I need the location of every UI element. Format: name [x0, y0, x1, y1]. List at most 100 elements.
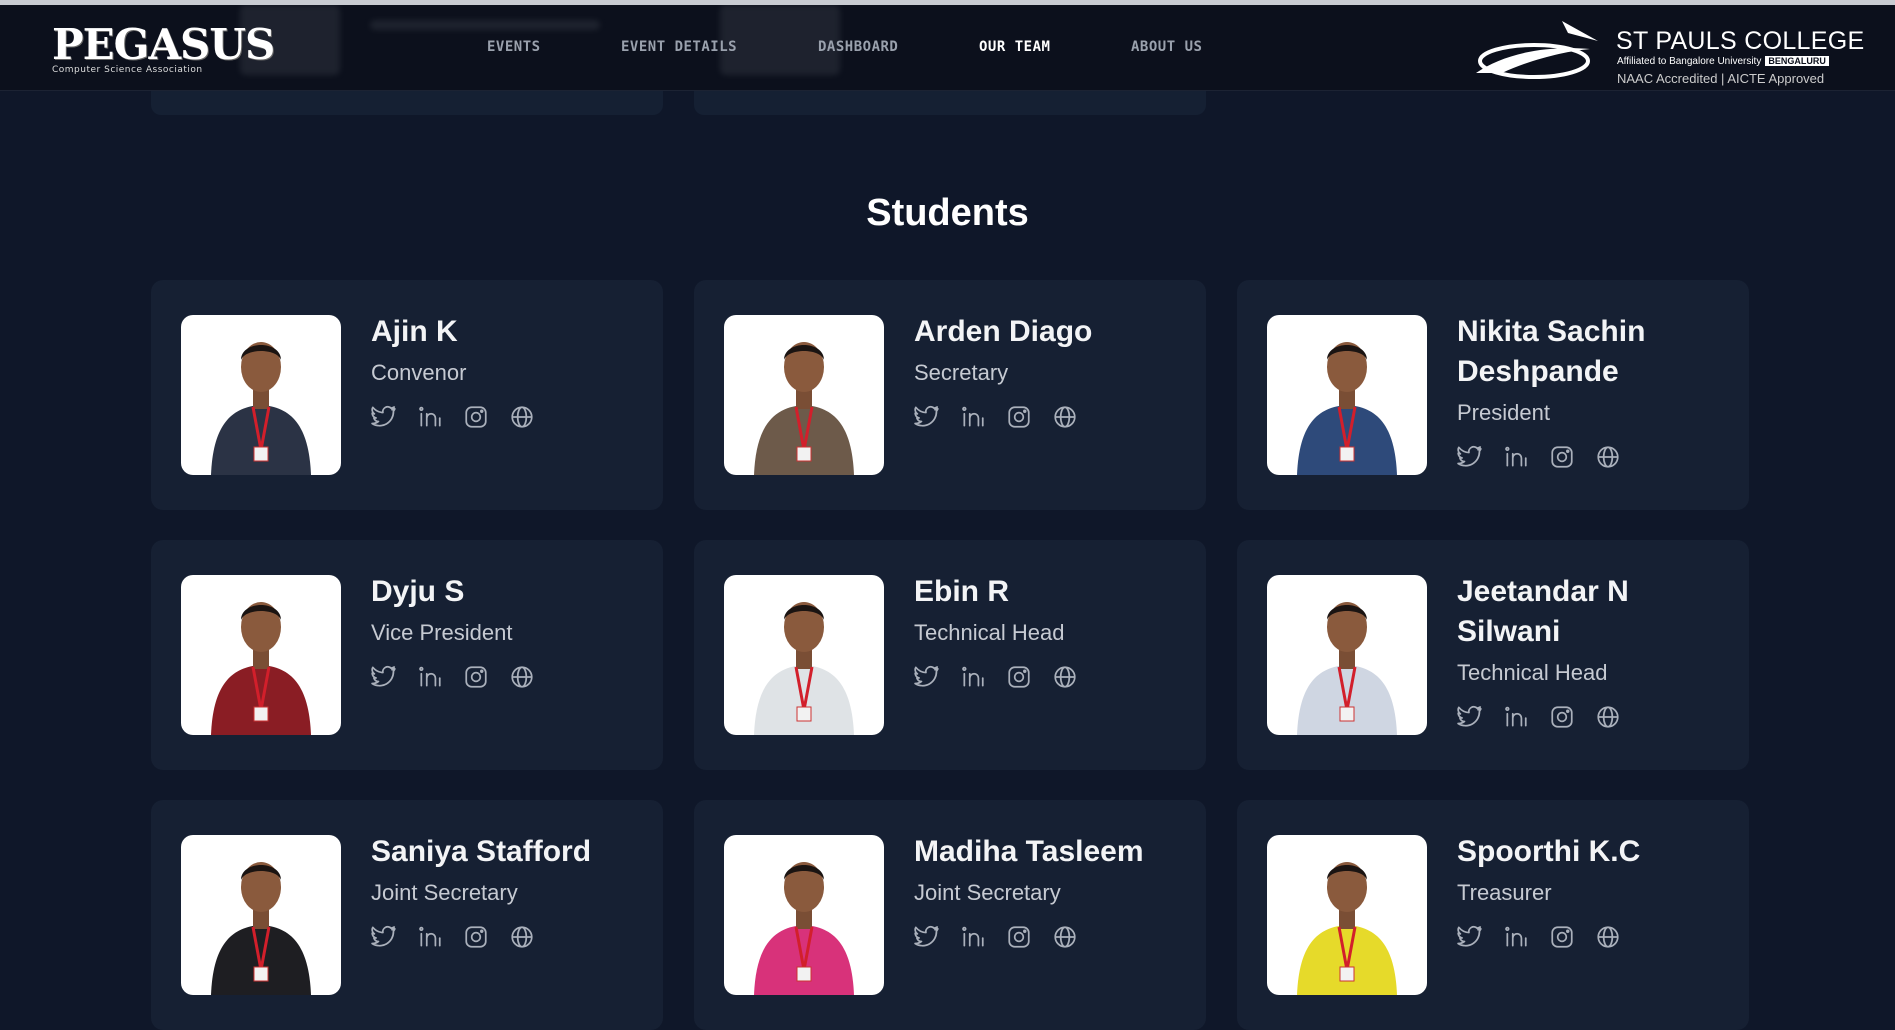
brand-name: PEGASUS	[52, 20, 275, 69]
twitter-icon[interactable]	[914, 404, 940, 430]
nav-events[interactable]: EVENTS	[487, 39, 541, 55]
college-logo[interactable]: ST PAULS COLLEGE Affiliated to Bangalore…	[1472, 15, 1872, 86]
linkedin-icon[interactable]	[960, 404, 986, 430]
globe-icon[interactable]	[1052, 404, 1078, 430]
member-info: Saniya Stafford Joint Secretary	[371, 832, 641, 950]
member-info: Dyju S Vice President	[371, 572, 641, 690]
team-member-card: Spoorthi K.C Treasurer	[1237, 800, 1749, 1030]
blurred-background	[370, 20, 600, 30]
member-name: Madiha Tasleem	[914, 835, 1144, 868]
team-member-card: Arden Diago Secretary	[694, 280, 1206, 510]
linkedin-icon[interactable]	[417, 924, 443, 950]
member-name: Saniya Stafford	[371, 835, 592, 868]
member-photo	[724, 835, 884, 995]
member-photo	[724, 315, 884, 475]
instagram-icon[interactable]	[1006, 664, 1032, 690]
social-links	[914, 404, 1184, 430]
twitter-icon[interactable]	[371, 404, 397, 430]
instagram-icon[interactable]	[1549, 924, 1575, 950]
team-member-card: Jeetandar N Silwani Technical Head	[1237, 540, 1749, 770]
member-photo	[724, 575, 884, 735]
linkedin-icon[interactable]	[960, 924, 986, 950]
linkedin-icon[interactable]	[417, 404, 443, 430]
college-affiliation: Affiliated to Bangalore University BENGAL…	[1617, 56, 1829, 67]
member-role: Joint Secretary	[914, 880, 1061, 905]
member-role: Technical Head	[914, 620, 1065, 645]
globe-icon[interactable]	[1052, 664, 1078, 690]
twitter-icon[interactable]	[914, 664, 940, 690]
linkedin-icon[interactable]	[960, 664, 986, 690]
social-links	[371, 404, 641, 430]
globe-icon[interactable]	[509, 664, 535, 690]
social-links	[914, 924, 1184, 950]
member-name: Jeetandar N Silwani	[1457, 575, 1629, 648]
social-links	[1457, 924, 1727, 950]
member-photo	[181, 315, 341, 475]
instagram-icon[interactable]	[1549, 444, 1575, 470]
member-name: Dyju S	[371, 575, 465, 608]
instagram-icon[interactable]	[463, 664, 489, 690]
team-member-card: Ebin R Technical Head	[694, 540, 1206, 770]
team-member-card: Ajin K Convenor	[151, 280, 663, 510]
social-links	[914, 664, 1184, 690]
instagram-icon[interactable]	[1006, 924, 1032, 950]
member-info: Jeetandar N Silwani Technical Head	[1457, 572, 1727, 730]
twitter-icon[interactable]	[1457, 924, 1483, 950]
member-photo	[181, 835, 341, 995]
member-role: President	[1457, 400, 1550, 425]
twitter-icon[interactable]	[371, 924, 397, 950]
pegasus-logo[interactable]: PEGASUS Computer Science Association	[52, 20, 275, 76]
linkedin-icon[interactable]	[1503, 924, 1529, 950]
instagram-icon[interactable]	[1549, 704, 1575, 730]
social-links	[1457, 704, 1727, 730]
globe-icon[interactable]	[1595, 704, 1621, 730]
team-member-card: Dyju S Vice President	[151, 540, 663, 770]
linkedin-icon[interactable]	[1503, 704, 1529, 730]
member-name: Spoorthi K.C	[1457, 835, 1641, 868]
member-photo	[1267, 575, 1427, 735]
team-member-card: Saniya Stafford Joint Secretary	[151, 800, 663, 1030]
instagram-icon[interactable]	[1006, 404, 1032, 430]
member-role: Joint Secretary	[371, 880, 518, 905]
globe-icon[interactable]	[509, 404, 535, 430]
twitter-icon[interactable]	[1457, 704, 1483, 730]
college-accreditation: NAAC Accredited | AICTE Approved	[1617, 71, 1825, 86]
instagram-icon[interactable]	[463, 924, 489, 950]
member-info: Arden Diago Secretary	[914, 312, 1184, 430]
member-role: Secretary	[914, 360, 1009, 385]
member-photo	[1267, 835, 1427, 995]
instagram-icon[interactable]	[463, 404, 489, 430]
twitter-icon[interactable]	[914, 924, 940, 950]
globe-icon[interactable]	[509, 924, 535, 950]
member-role: Technical Head	[1457, 660, 1608, 685]
globe-icon[interactable]	[1595, 444, 1621, 470]
twitter-icon[interactable]	[1457, 444, 1483, 470]
team-member-card: Madiha Tasleem Joint Secretary	[694, 800, 1206, 1030]
globe-icon[interactable]	[1595, 924, 1621, 950]
twitter-icon[interactable]	[371, 664, 397, 690]
pegasus-swoosh-icon	[1476, 21, 1598, 79]
member-name: Nikita Sachin Deshpande	[1457, 315, 1646, 388]
nav-event-details[interactable]: EVENT DETAILS	[621, 39, 737, 55]
member-name: Ebin R	[914, 575, 1009, 608]
member-name: Ajin K	[371, 315, 458, 348]
site-header: PEGASUS Computer Science Association EVE…	[0, 5, 1895, 91]
college-city: BENGALURU	[1765, 56, 1829, 66]
member-info: Ajin K Convenor	[371, 312, 641, 430]
linkedin-icon[interactable]	[1503, 444, 1529, 470]
member-info: Nikita Sachin Deshpande President	[1457, 312, 1727, 470]
member-role: Vice President	[371, 620, 513, 645]
member-photo	[1267, 315, 1427, 475]
member-info: Madiha Tasleem Joint Secretary	[914, 832, 1184, 950]
nav-our-team[interactable]: OUR TEAM	[979, 39, 1050, 55]
member-role: Treasurer	[1457, 880, 1552, 905]
member-info: Ebin R Technical Head	[914, 572, 1184, 690]
social-links	[371, 924, 641, 950]
nav-about-us[interactable]: ABOUT US	[1131, 39, 1202, 55]
globe-icon[interactable]	[1052, 924, 1078, 950]
member-info: Spoorthi K.C Treasurer	[1457, 832, 1727, 950]
nav-dashboard[interactable]: DASHBOARD	[818, 39, 898, 55]
team-member-card: Nikita Sachin Deshpande President	[1237, 280, 1749, 510]
social-links	[371, 664, 641, 690]
linkedin-icon[interactable]	[417, 664, 443, 690]
